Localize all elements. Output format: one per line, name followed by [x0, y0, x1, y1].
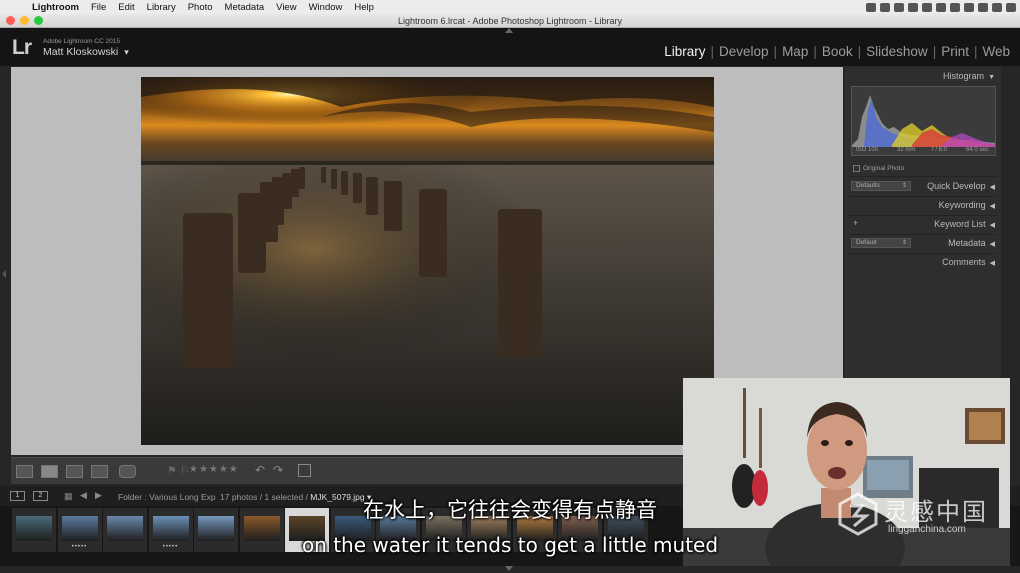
comments-header[interactable]: Comments ◀ — [845, 253, 1001, 271]
metadata-title: Metadata — [948, 238, 986, 248]
keyword-list-title: Keyword List — [934, 219, 986, 229]
histogram-iso: ISO 100 — [856, 147, 879, 153]
left-panel-toggle-icon[interactable] — [2, 270, 6, 278]
compare-view-icon[interactable] — [66, 465, 83, 478]
identity-product: Adobe Lightroom CC 2015 — [43, 38, 120, 45]
quick-develop-header[interactable]: Quick Develop ◀ — [845, 177, 1001, 195]
user-avatar-icon[interactable] — [992, 2, 1002, 12]
histogram[interactable]: ISO 100 32 mm f / 8.0 64.0 sec — [851, 86, 996, 156]
histogram-title: Histogram — [943, 71, 985, 81]
volume-icon[interactable] — [922, 2, 932, 12]
top-panel-toggle-icon[interactable] — [505, 28, 513, 33]
original-photo-toggle[interactable]: Original Photo — [853, 165, 904, 172]
module-web[interactable]: Web — [978, 44, 1014, 59]
expand-triangle-icon[interactable]: ◀ — [990, 222, 995, 229]
camera-icon[interactable] — [866, 2, 876, 12]
watermark-url: lingganchina.com — [888, 524, 966, 535]
main-photo[interactable] — [141, 77, 714, 445]
module-book[interactable]: Book — [818, 44, 857, 59]
window-title: Lightroom 6.lrcat - Adobe Photoshop Ligh… — [397, 16, 623, 26]
menu-app-name[interactable]: Lightroom — [26, 2, 85, 13]
menu-library[interactable]: Library — [141, 2, 182, 13]
metadata-header[interactable]: Metadata ◀ — [845, 234, 1001, 252]
collapse-triangle-icon[interactable]: ▼ — [988, 74, 995, 81]
keyword-list-header[interactable]: Keyword List ◀ — [845, 215, 1001, 233]
search-icon[interactable] — [978, 2, 988, 12]
histogram-graph — [852, 95, 995, 147]
identity-user-name: Matt Kloskowski — [43, 46, 119, 58]
menu-photo[interactable]: Photo — [182, 2, 219, 13]
expand-triangle-icon[interactable]: ◀ — [990, 241, 995, 248]
battery-icon[interactable] — [964, 2, 974, 12]
menubar-status-icons — [866, 0, 1016, 14]
people-view-icon[interactable] — [119, 465, 136, 478]
chevron-down-icon[interactable]: ▾ — [124, 47, 129, 57]
module-develop[interactable]: Develop — [715, 44, 773, 59]
module-map[interactable]: Map — [778, 44, 812, 59]
mac-menubar: Lightroom File Edit Library Photo Metada… — [0, 0, 1020, 14]
lightroom-logo: Lr — [12, 36, 32, 59]
star-rating[interactable]: ★★★★★ — [189, 464, 239, 475]
identity-user[interactable]: Matt Kloskowski ▾ — [43, 46, 129, 58]
histogram-aperture: f / 8.0 — [932, 147, 948, 153]
menu-edit[interactable]: Edit — [112, 2, 140, 13]
loupe-view-icon[interactable] — [41, 465, 58, 478]
keywording-header[interactable]: Keywording ◀ — [845, 196, 1001, 214]
flag-icons[interactable]: ⚑ ⚐ — [167, 464, 190, 477]
module-library[interactable]: Library — [660, 44, 709, 59]
original-photo-label: Original Photo — [863, 165, 905, 172]
airplay-icon[interactable] — [950, 2, 960, 12]
survey-view-icon[interactable] — [91, 465, 108, 478]
crop-overlay-icon[interactable] — [298, 464, 311, 477]
histogram-shutter: 64.0 sec — [966, 147, 989, 153]
expand-triangle-icon[interactable]: ◀ — [990, 203, 995, 210]
menu-view[interactable]: View — [270, 2, 302, 13]
expand-triangle-icon[interactable]: ◀ — [990, 260, 995, 267]
menu-file[interactable]: File — [85, 2, 112, 13]
chat-icon[interactable] — [894, 2, 904, 12]
module-slideshow[interactable]: Slideshow — [862, 44, 932, 59]
rotate-left-icon[interactable]: ↶ — [255, 463, 265, 477]
histogram-focal: 32 mm — [897, 147, 916, 153]
filmstrip-toggle-icon[interactable] — [505, 566, 513, 571]
menu-metadata[interactable]: Metadata — [219, 2, 271, 13]
comments-title: Comments — [942, 257, 986, 267]
watermark-logo-icon — [838, 492, 878, 536]
top-panel: Lr Adobe Lightroom CC 2015 Matt Kloskows… — [0, 28, 1020, 66]
rotate-right-icon[interactable]: ↷ — [273, 463, 283, 477]
menu-window[interactable]: Window — [303, 2, 349, 13]
histogram-header[interactable]: Histogram ▼ — [845, 67, 1001, 85]
menu-help[interactable]: Help — [348, 2, 380, 13]
lightroom-app: Lightroom File Edit Library Photo Metada… — [0, 0, 1020, 573]
wifi-icon[interactable] — [936, 2, 946, 12]
cloud-sync-icon[interactable] — [908, 2, 918, 12]
quick-develop-title: Quick Develop — [927, 181, 986, 191]
right-panel: Histogram ▼ ISO 100 32 mm f / 8.0 64.0 se… — [845, 67, 1001, 387]
list-icon[interactable] — [1006, 2, 1016, 12]
keywording-title: Keywording — [938, 200, 986, 210]
grid-view-icon[interactable] — [16, 465, 33, 478]
watermark: 灵感中国 lingganchina.com — [836, 490, 1006, 542]
original-photo-checkbox[interactable] — [853, 165, 860, 172]
cloud-icon[interactable] — [880, 2, 890, 12]
watermark-title: 灵感中国 — [884, 498, 988, 526]
expand-triangle-icon[interactable]: ◀ — [990, 184, 995, 191]
module-picker: Library | Develop | Map | Book | Slidesh… — [660, 44, 1014, 59]
module-print[interactable]: Print — [937, 44, 973, 59]
window-titlebar: Lightroom 6.lrcat - Adobe Photoshop Ligh… — [0, 14, 1020, 28]
